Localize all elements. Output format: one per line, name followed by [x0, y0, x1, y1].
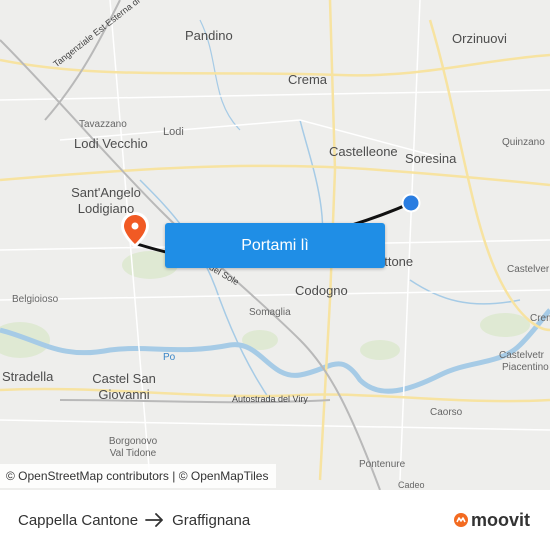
arrow-right-icon [145, 513, 165, 527]
footer-bar: Cappella Cantone Graffignana moovit [0, 490, 550, 550]
village-label: Castelvetr [499, 350, 545, 361]
go-there-button[interactable]: Portami lì [165, 223, 385, 268]
village-label: Cadeo [398, 480, 425, 490]
map-screen: Pandino Orzinuovi Crema Lodi Lodi Vecchi… [0, 0, 550, 550]
town-label: Stradella [2, 369, 54, 384]
brand-name: moovit [470, 509, 530, 530]
town-label: Pandino [185, 28, 233, 43]
village-label: Somaglia [249, 307, 291, 318]
town-label: Crem [530, 313, 550, 324]
town-label: Crema [288, 72, 328, 87]
road-label: Autostrada del Viry [232, 394, 308, 404]
village-label: Piacentino [502, 362, 549, 373]
destination-pin-icon[interactable] [121, 212, 149, 248]
village-label: Val Tidone [109, 448, 157, 459]
moovit-pin-icon [453, 512, 469, 528]
village-label: Belgioioso [12, 294, 59, 305]
destination-label: Graffignana [172, 511, 251, 529]
town-label: Castelleone [329, 144, 398, 159]
town-label: Soresina [405, 151, 457, 166]
town-label: Orzinuovi [452, 31, 507, 46]
village-label: Pontenure [359, 459, 406, 470]
village-label: Tavazzano [79, 119, 127, 130]
town-label: Castel San [92, 371, 156, 386]
town-label: Codogno [295, 283, 348, 298]
village-label: Borgonovo [108, 436, 158, 447]
town-label: Lodi [163, 126, 184, 138]
origin-label: Cappella Cantone [18, 511, 139, 529]
village-label: Caorso [430, 407, 463, 418]
town-label: Lodi Vecchio [74, 136, 148, 151]
town-label: Lodigiano [77, 201, 135, 216]
river-label: Po [163, 352, 176, 363]
map-canvas[interactable]: Pandino Orzinuovi Crema Lodi Lodi Vecchi… [0, 0, 550, 490]
town-label: Giovanni [98, 387, 150, 402]
moovit-logo: moovit [453, 490, 530, 550]
village-label: Quinzano [502, 137, 545, 148]
town-label: Sant'Angelo [71, 185, 141, 200]
origin-marker[interactable] [401, 193, 421, 213]
map-attribution[interactable]: © OpenStreetMap contributors | © OpenMap… [0, 464, 277, 488]
route-summary: Cappella Cantone Graffignana [18, 490, 250, 550]
village-label: Castelver [507, 264, 550, 275]
